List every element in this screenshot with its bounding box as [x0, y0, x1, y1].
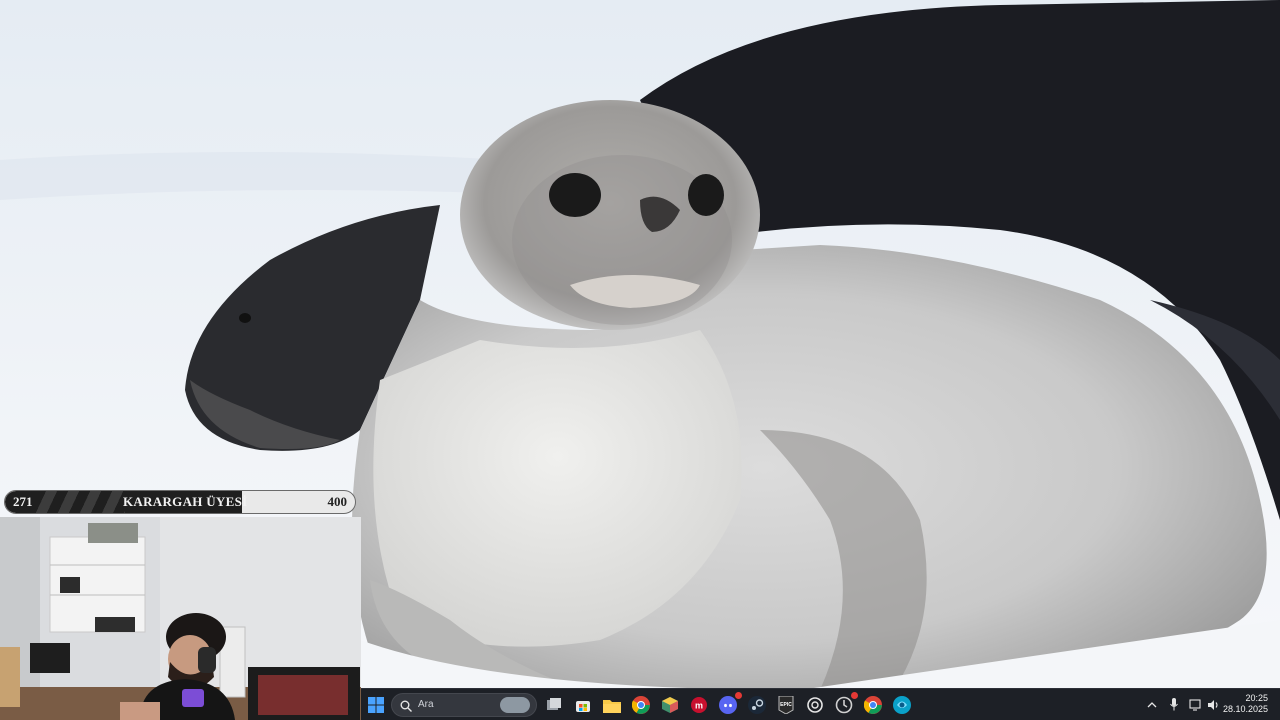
discord-notification-badge: [735, 692, 742, 699]
steam-icon[interactable]: [746, 694, 768, 716]
app-cube-icon[interactable]: [659, 694, 681, 716]
chrome-icon[interactable]: [630, 694, 652, 716]
goal-title: KARARGAH ÜYESİ: [123, 494, 248, 509]
chrome-alt-icon[interactable]: [862, 694, 884, 716]
search-placeholder: Ara: [418, 699, 434, 710]
goal-target-count: 400: [327, 494, 348, 509]
clock-date: 28.10.2025: [1222, 704, 1268, 714]
app-notification-badge: [851, 692, 858, 699]
search-box[interactable]: Ara: [391, 693, 537, 717]
meet-icon[interactable]: m: [688, 694, 710, 716]
goal-stripes: [35, 491, 125, 513]
svg-text:m: m: [695, 701, 703, 711]
system-clock[interactable]: 20:25 28.10.2025: [1223, 693, 1268, 715]
goal-current-count: 271: [13, 494, 33, 509]
clock-time: 20:25: [1245, 693, 1268, 703]
edge-copilot-icon[interactable]: [891, 694, 913, 716]
microsoft-store-icon[interactable]: [572, 694, 594, 716]
webcam-overlay: [0, 517, 361, 720]
network-icon[interactable]: [1187, 689, 1205, 720]
chatgpt-icon[interactable]: [804, 694, 826, 716]
file-explorer-icon[interactable]: [601, 694, 623, 716]
search-icon: [400, 699, 412, 717]
volume-icon[interactable]: [1204, 689, 1222, 720]
webcam-image: [0, 517, 361, 720]
taskbar: Ara m EPIC 20:25 28.10.2025: [361, 688, 1280, 720]
svg-text:EPIC: EPIC: [780, 702, 792, 708]
sub-goal-bar: 271 KARARGAH ÜYESİ 400: [4, 490, 356, 514]
app-circle-icon[interactable]: [833, 692, 858, 716]
epic-games-icon[interactable]: EPIC: [775, 694, 797, 716]
microphone-icon[interactable]: [1165, 689, 1183, 720]
search-highlight-icon: [500, 697, 530, 713]
show-hidden-icons-chevron-icon[interactable]: [1143, 689, 1161, 720]
windows-start-icon[interactable]: [365, 694, 387, 716]
discord-icon[interactable]: [717, 692, 742, 716]
task-view-icon[interactable]: [543, 694, 565, 716]
